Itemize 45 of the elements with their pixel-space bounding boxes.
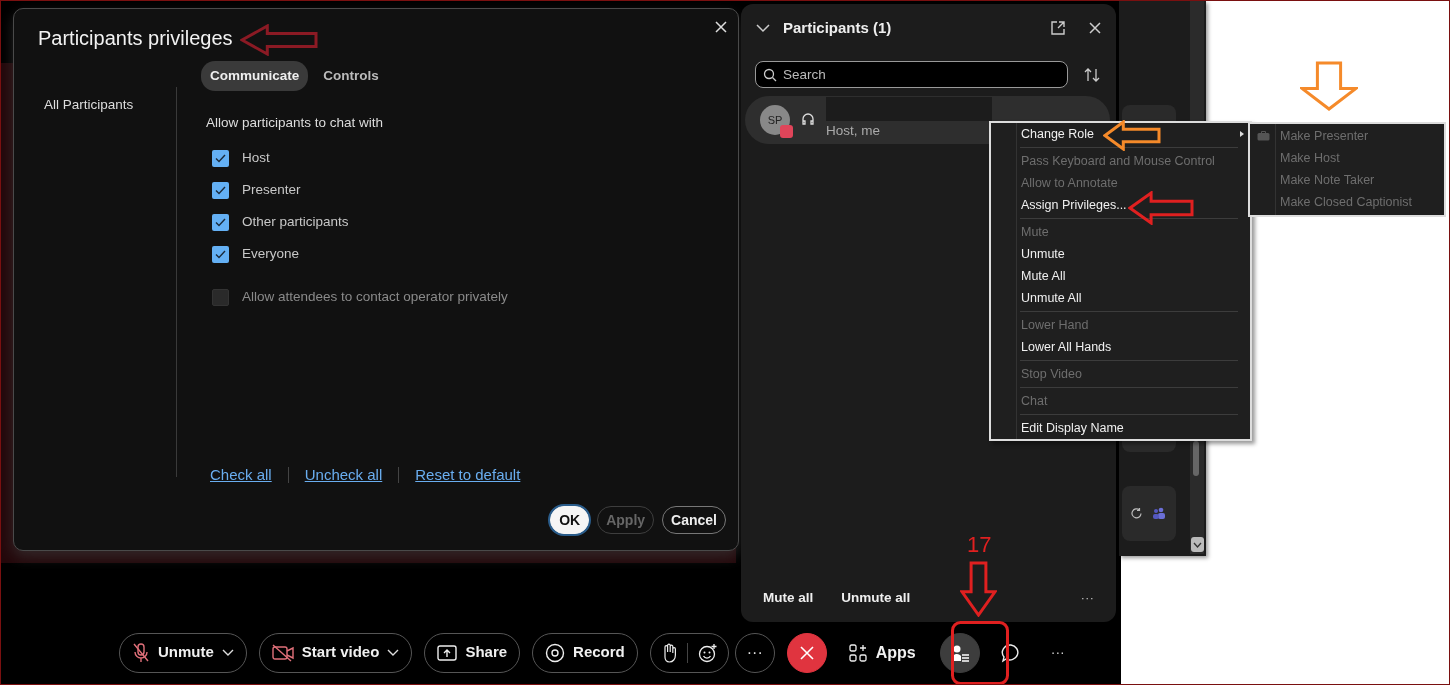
checkbox-label: Allow attendees to contact operator privately [242,288,508,307]
more-button[interactable]: ··· [1080,587,1094,608]
menu-item: Chat [1020,393,1049,410]
menu-item: Make Note Taker [1279,172,1376,189]
participant-role: Host, me [826,121,881,140]
menu-item[interactable]: Edit Display Name [991,417,1250,439]
toolbar-button[interactable]: Record [532,632,638,673]
toolbar-button[interactable]: Start video [258,632,413,673]
menu-item: Stop Video [1020,366,1083,383]
link[interactable]: Uncheck all [304,464,383,487]
more-button[interactable]: ··· [1050,642,1065,664]
menu-item: Make Closed Captionist [1279,194,1413,211]
dialog-button[interactable]: OK [550,506,590,535]
footer-button[interactable]: Mute all [763,587,814,608]
checkbox-label: Other participants [242,213,349,232]
panel-title: Participants (1) [783,17,893,38]
checkbox-label: Host [242,149,270,168]
link[interactable]: Check all [210,464,272,487]
section-heading: Allow participants to chat with [206,114,385,132]
menu-item[interactable]: Unmute All [991,287,1250,309]
toolbar-button[interactable]: Share [424,632,521,673]
menu-item[interactable]: Assign Privileges... [991,194,1250,216]
menu-item: Pass Keyboard and Mouse Control [1020,153,1216,170]
menu-item[interactable]: Unmute [991,243,1250,265]
search-field[interactable]: Search [755,61,1068,88]
menu-item[interactable]: Mute All [991,265,1250,287]
menu-item: Make Presenter [1250,125,1444,147]
tab[interactable]: Controls [314,61,388,92]
menu-item: Allow to Annotate [1020,175,1119,192]
menu-item: Lower Hand [1020,317,1090,334]
menu-item: Mute [1020,224,1050,241]
apps-button[interactable]: Apps [848,640,916,665]
annotation-number: 17 [967,534,992,556]
toolbar-button[interactable]: Unmute [119,632,247,673]
link[interactable]: Reset to default [415,464,521,487]
sidebar-item[interactable]: All Participants [44,95,176,116]
tab[interactable]: Communicate [201,61,309,92]
avatar-initials: SP [767,112,783,128]
checkbox-label: Everyone [242,245,300,264]
more-button[interactable]: ··· [734,632,775,673]
dialog-title: Participants privileges [38,26,233,51]
menu-item: Make Host [1279,150,1341,167]
menu-item[interactable]: Lower All Hands [991,336,1250,358]
footer-button[interactable]: Unmute all [841,587,911,608]
checkbox-label: Presenter [242,181,301,200]
